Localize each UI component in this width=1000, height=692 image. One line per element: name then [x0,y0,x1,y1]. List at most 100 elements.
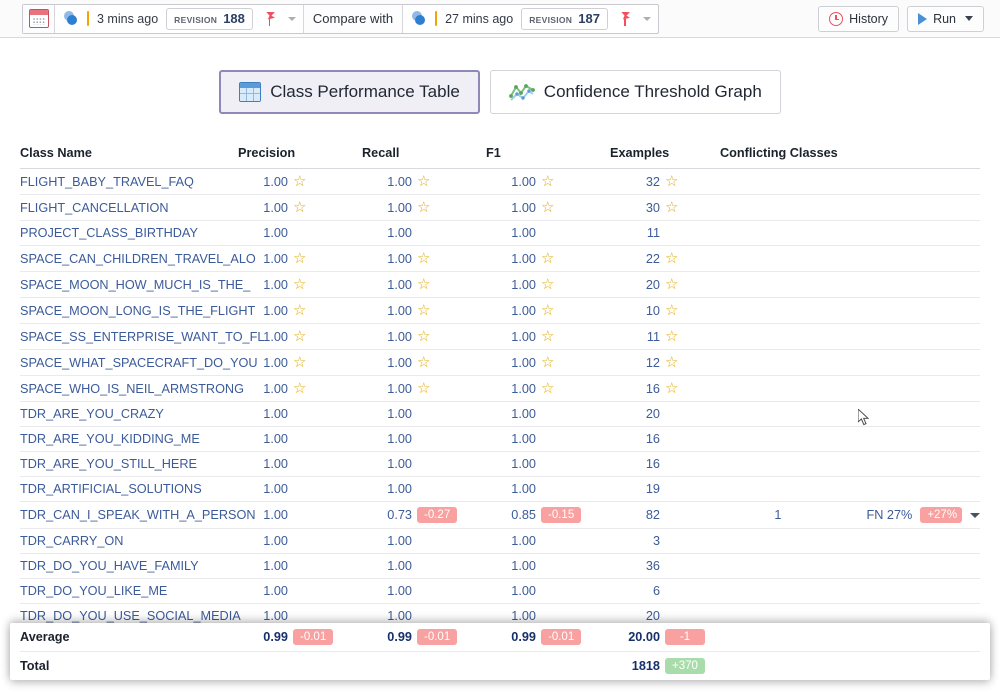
conflicting-classes-cell[interactable] [720,195,980,221]
table-row[interactable]: TDR_CARRY_ON1.00★1.00★1.00★3★ [20,529,980,554]
class-name-cell[interactable]: TDR_ARE_YOU_STILL_HERE [20,452,238,477]
class-name-cell[interactable]: TDR_CARRY_ON [20,529,238,554]
conflicting-classes-cell[interactable]: 1FN 27%+27% [720,502,980,529]
table-header: Class Name Precision Recall F1 Examples … [20,140,980,169]
class-name-cell[interactable]: TDR_ARE_YOU_CRAZY [20,402,238,427]
table-row[interactable]: TDR_CAN_I_SPEAK_WITH_A_PERSON1.00★0.73-0… [20,502,980,529]
examples-cell: 3★ [610,529,720,554]
star-icon: ☆ [293,329,306,344]
f1-value: 1.00 [496,432,536,446]
class-name-cell[interactable]: FLIGHT_CANCELLATION [20,195,238,221]
recall-value: 1.00 [372,304,412,318]
precision-cell: 1.00★ [238,452,362,477]
class-name-cell[interactable]: TDR_DO_YOU_HAVE_FAMILY [20,554,238,579]
table-row[interactable]: SPACE_SS_ENTERPRISE_WANT_TO_FL1.00☆1.00☆… [20,324,980,350]
column-header-conflicting-classes[interactable]: Conflicting Classes [720,140,980,169]
examples-cell: 32☆ [610,169,720,195]
class-name-cell[interactable]: TDR_DO_YOU_LIKE_ME [20,579,238,604]
table-row[interactable]: TDR_ARE_YOU_STILL_HERE1.00★1.00★1.00★16★ [20,452,980,477]
class-name-cell[interactable]: FLIGHT_BABY_TRAVEL_FAQ [20,169,238,195]
conflicting-classes-cell[interactable] [720,529,980,554]
conflicting-classes-cell[interactable] [720,402,980,427]
examples-cell: 22☆ [610,246,720,272]
table-row[interactable]: TDR_ARTIFICIAL_SOLUTIONS1.00★1.00★1.00★1… [20,477,980,502]
column-header-class-name[interactable]: Class Name [20,140,238,169]
class-name-cell[interactable]: TDR_ARE_YOU_KIDDING_ME [20,427,238,452]
conflicting-classes-cell[interactable] [720,452,980,477]
conflicting-classes-cell[interactable] [720,350,980,376]
table-row[interactable]: SPACE_WHAT_SPACECRAFT_DO_YOU1.00☆1.00☆1.… [20,350,980,376]
average-f1-cell: 0.99 -0.01 [486,623,610,652]
chevron-down-icon[interactable] [965,16,973,21]
class-name-cell[interactable]: TDR_CAN_I_SPEAK_WITH_A_PERSON [20,502,238,529]
class-name-cell[interactable]: SPACE_WHO_IS_NEIL_ARMSTRONG [20,376,238,402]
revision-b-badge[interactable]: REVISION 187 [521,8,608,30]
chevron-down-icon[interactable] [643,17,651,21]
history-button[interactable]: History [818,6,899,32]
table-row[interactable]: TDR_ARE_YOU_KIDDING_ME1.00★1.00★1.00★16★ [20,427,980,452]
history-button-label: History [849,12,888,26]
table-row[interactable]: TDR_DO_YOU_HAVE_FAMILY1.00★1.00★1.00★36★ [20,554,980,579]
pin-icon[interactable] [264,11,278,27]
revision-a-segment[interactable]: 3 mins ago REVISION 188 [55,5,303,33]
conflicting-classes-cell[interactable] [720,554,980,579]
examples-value: 20 [620,278,660,292]
table-row[interactable]: TDR_ARE_YOU_CRAZY1.00★1.00★1.00★20★ [20,402,980,427]
conflicting-classes-cell[interactable] [720,324,980,350]
table-row[interactable]: SPACE_MOON_HOW_MUCH_IS_THE_1.00☆1.00☆1.0… [20,272,980,298]
tab-class-performance-table[interactable]: Class Performance Table [219,70,480,114]
examples-value: 16 [620,382,660,396]
table-row[interactable]: FLIGHT_BABY_TRAVEL_FAQ1.00☆1.00☆1.00☆32☆ [20,169,980,195]
chevron-down-icon[interactable] [288,17,296,21]
class-name-cell[interactable]: SPACE_CAN_CHILDREN_TRAVEL_ALO [20,246,238,272]
class-name-cell[interactable]: PROJECT_CLASS_BIRTHDAY [20,221,238,246]
class-name-cell[interactable]: SPACE_MOON_LONG_IS_THE_FLIGHT [20,298,238,324]
conflicting-classes-cell[interactable] [720,272,980,298]
f1-value: 1.00 [496,382,536,396]
conflicting-classes-cell[interactable] [720,169,980,195]
tab-confidence-threshold-graph[interactable]: Confidence Threshold Graph [490,70,781,114]
conflicting-classes-cell[interactable] [720,298,980,324]
conflicting-classes-cell[interactable] [720,221,980,246]
examples-value: 20 [620,609,660,623]
table-row[interactable]: TDR_DO_YOU_LIKE_ME1.00★1.00★1.00★6★ [20,579,980,604]
calendar-button[interactable] [23,5,55,33]
table-row[interactable]: FLIGHT_CANCELLATION1.00☆1.00☆1.00☆30☆ [20,195,980,221]
conflicting-classes-cell[interactable] [720,376,980,402]
conflicting-classes-cell[interactable] [720,427,980,452]
class-name-cell[interactable]: SPACE_SS_ENTERPRISE_WANT_TO_FL [20,324,238,350]
f1-cell: 1.00★ [486,554,610,579]
precision-cell: 1.00☆ [238,376,362,402]
examples-value: 16 [620,457,660,471]
conflicting-classes-cell[interactable] [720,579,980,604]
average-label: Average [20,623,238,652]
conflicting-classes-cell[interactable] [720,477,980,502]
star-icon: ☆ [293,355,306,370]
column-header-examples[interactable]: Examples [610,140,720,169]
class-name-cell[interactable]: TDR_ARTIFICIAL_SOLUTIONS [20,477,238,502]
table-row[interactable]: SPACE_WHO_IS_NEIL_ARMSTRONG1.00☆1.00☆1.0… [20,376,980,402]
total-f1-cell [486,652,610,681]
recall-value: 1.00 [372,330,412,344]
clock-history-icon [829,12,843,26]
class-name-cell[interactable]: SPACE_WHAT_SPACECRAFT_DO_YOU [20,350,238,376]
run-button[interactable]: Run [907,6,984,32]
table-row[interactable]: PROJECT_CLASS_BIRTHDAY1.00★1.00★1.00★11★ [20,221,980,246]
conflicting-classes-cell[interactable] [720,246,980,272]
revision-b-segment[interactable]: 27 mins ago REVISION 187 [403,5,658,33]
calendar-icon [29,9,49,28]
table-row[interactable]: SPACE_MOON_LONG_IS_THE_FLIGHT1.00☆1.00☆1… [20,298,980,324]
table-row[interactable]: SPACE_CAN_CHILDREN_TRAVEL_ALO1.00☆1.00☆1… [20,246,980,272]
recall-cell: 1.00☆ [362,246,486,272]
class-name-cell[interactable]: SPACE_MOON_HOW_MUCH_IS_THE_ [20,272,238,298]
chevron-down-icon[interactable] [970,513,980,518]
revision-a-badge[interactable]: REVISION 188 [166,8,253,30]
examples-value: 3 [620,534,660,548]
recall-cell: 1.00★ [362,477,486,502]
pin-icon[interactable] [619,11,633,27]
examples-cell: 11☆ [610,324,720,350]
performance-table-container[interactable]: Class Name Precision Recall F1 Examples … [0,140,1000,692]
column-header-precision[interactable]: Precision [238,140,362,169]
column-header-recall[interactable]: Recall [362,140,486,169]
column-header-f1[interactable]: F1 [486,140,610,169]
